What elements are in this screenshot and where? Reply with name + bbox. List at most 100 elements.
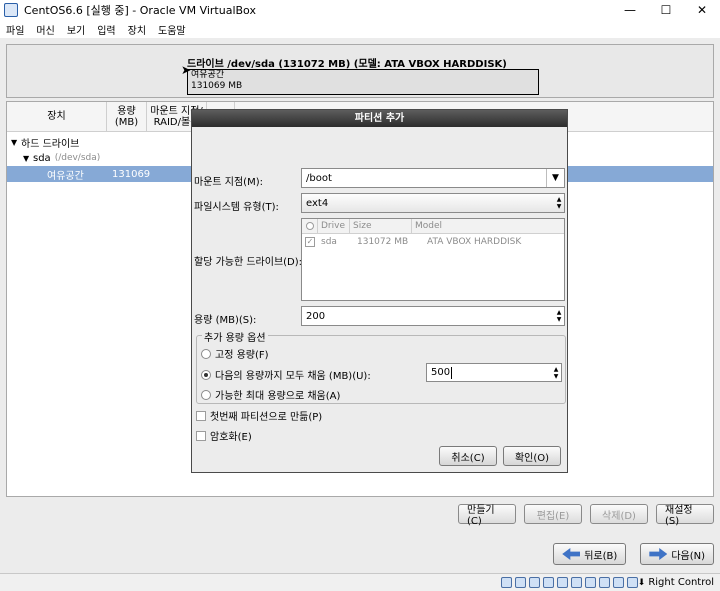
allowable-drives-table[interactable]: Drive Size Model ✓ sda 131072 MB ATA VBO… xyxy=(301,218,565,301)
tree-label-free: 여유공간 xyxy=(47,170,84,182)
mount-point-value: /boot xyxy=(306,172,332,184)
tree-label-hard-drives: 하드 드라이브 xyxy=(21,138,80,150)
radio-fill-max[interactable]: 가능한 최대 용량으로 채움(A) xyxy=(201,387,340,402)
radio-fill-max-button[interactable] xyxy=(201,389,211,400)
radio-fixed-size-button[interactable] xyxy=(201,348,211,359)
arrow-left-icon xyxy=(562,548,581,560)
spin-arrows-icon[interactable]: ▲ ▼ xyxy=(551,364,561,381)
drive-bar-size: 131069 MB xyxy=(191,81,243,91)
menu-file[interactable]: 파일 xyxy=(6,22,24,37)
chevron-down-icon[interactable]: ▼ xyxy=(546,169,564,187)
window-title: CentOS6.6 [실행 중] - Oracle VM VirtualBox xyxy=(24,4,256,17)
dialog-title: 파티션 추가 xyxy=(192,110,567,127)
cpu-icon[interactable] xyxy=(613,577,624,588)
encrypt-option[interactable]: 암호화(E) xyxy=(196,428,252,443)
header-circle-icon xyxy=(305,222,314,230)
create-button[interactable]: 만들기(C) xyxy=(458,504,516,527)
status-icons xyxy=(501,577,638,588)
mount-point-label: 마운트 지점(M): xyxy=(194,177,263,188)
spin-arrows-icon[interactable]: ▲ ▼ xyxy=(554,307,564,325)
radio-fill-to[interactable]: 다음의 용량까지 모두 채움 (MB)(U): xyxy=(201,367,371,382)
delete-button[interactable]: 삭제(D) xyxy=(590,504,648,524)
radio-fill-to-button[interactable] xyxy=(201,369,211,380)
menu-bar: 파일 머신 보기 입력 장치 도움말 xyxy=(0,20,720,38)
close-button[interactable]: ✕ xyxy=(684,0,720,20)
tree-free-size: 131069 xyxy=(112,168,151,180)
drives-table-header: Drive Size Model xyxy=(302,218,564,234)
fill-to-value: 500 xyxy=(431,367,451,378)
primary-partition-label: 첫번째 파티션으로 만듦(P) xyxy=(210,412,323,423)
arrow-down-icon: ⬇ xyxy=(637,577,646,588)
network-icon[interactable] xyxy=(543,577,554,588)
radio-fixed-size-label: 고정 용량(F) xyxy=(215,350,269,361)
tree-label-sda: sda xyxy=(33,152,51,164)
encrypt-checkbox[interactable] xyxy=(196,430,206,441)
menu-view[interactable]: 보기 xyxy=(67,22,85,37)
allowable-drives-label: 할당 가능한 드라이브(D): xyxy=(194,257,303,268)
back-button[interactable]: 뒤로(B) xyxy=(553,543,627,565)
primary-partition-checkbox[interactable] xyxy=(196,410,206,421)
drive-name: sda xyxy=(321,237,337,247)
col-size[interactable]: Size xyxy=(350,218,412,234)
drive-model: ATA VBOX HARDDISK xyxy=(427,237,522,247)
wizard-nav-buttons: 뒤로(B) 다음(N) xyxy=(553,543,714,565)
expand-triangle-icon[interactable]: ▼ xyxy=(11,138,21,147)
ok-button[interactable]: 확인(O) xyxy=(503,446,561,466)
size-value: 200 xyxy=(306,310,326,322)
radio-fill-max-label: 가능한 최대 용량으로 채움(A) xyxy=(215,391,341,402)
minimize-button[interactable]: — xyxy=(612,0,648,20)
filesystem-type-label: 파일시스템 유형(T): xyxy=(194,202,279,213)
updown-arrows-icon: ▲ ▼ xyxy=(556,196,562,210)
shared-folders-icon[interactable] xyxy=(571,577,582,588)
maximize-button[interactable]: ☐ xyxy=(648,0,684,20)
filesystem-type-value: ext4 xyxy=(306,197,329,209)
filesystem-type-select[interactable]: ext4 ▲ ▼ xyxy=(301,193,565,213)
primary-partition-option[interactable]: 첫번째 파티션으로 만듦(P) xyxy=(196,408,322,423)
size-spinbox[interactable]: 200 ▲ ▼ xyxy=(301,306,565,326)
menu-input[interactable]: 입력 xyxy=(97,22,115,37)
additional-size-options: 추가 용량 옵션 고정 용량(F) 다음의 용량까지 모두 채움 (MB)(U)… xyxy=(196,329,566,404)
add-partition-dialog: 파티션 추가 마운트 지점(M): /boot ▼ 파일시스템 유형(T): e… xyxy=(191,109,568,473)
mount-point-combo[interactable]: /boot ▼ xyxy=(301,168,565,188)
drive-summary-panel: 드라이브 /dev/sda (131072 MB) (모델: ATA VBOX … xyxy=(6,44,714,98)
next-button-label: 다음(N) xyxy=(671,550,705,562)
menu-machine[interactable]: 머신 xyxy=(36,22,54,37)
drives-table-row[interactable]: ✓ sda 131072 MB ATA VBOX HARDDISK xyxy=(302,234,564,250)
hard-disk-icon[interactable] xyxy=(501,577,512,588)
mouse-integration-icon[interactable] xyxy=(627,577,638,588)
usb-icon[interactable] xyxy=(557,577,568,588)
fill-to-spinbox[interactable]: 500 ▲ ▼ xyxy=(426,363,562,382)
reset-button[interactable]: 재설정(S) xyxy=(656,504,714,527)
next-button[interactable]: 다음(N) xyxy=(640,543,714,565)
drive-checkbox[interactable]: ✓ xyxy=(305,237,315,247)
col-size[interactable]: 용량 (MB) xyxy=(107,102,147,131)
text-caret xyxy=(451,366,453,379)
optical-drive-icon[interactable] xyxy=(515,577,526,588)
col-device[interactable]: 장치 xyxy=(7,102,107,131)
menu-devices[interactable]: 장치 xyxy=(128,22,146,37)
options-group-title: 추가 용량 옵션 xyxy=(202,329,268,344)
partition-action-buttons: 만들기(C) 편집(E) 삭제(D) 재설정(S) xyxy=(458,504,714,527)
virtualbox-app-icon xyxy=(4,3,18,17)
size-label: 용량 (MB)(S): xyxy=(194,315,257,326)
col-model[interactable]: Model xyxy=(412,219,562,234)
radio-fixed-size[interactable]: 고정 용량(F) xyxy=(201,346,269,361)
encrypt-label: 암호화(E) xyxy=(210,432,252,443)
cancel-button[interactable]: 취소(C) xyxy=(439,446,497,466)
host-key-indicator: ⬇ Right Control xyxy=(638,577,714,588)
audio-icon[interactable] xyxy=(529,577,540,588)
edit-button[interactable]: 편집(E) xyxy=(524,504,582,524)
tree-label-sda-path: (/dev/sda) xyxy=(54,153,101,163)
arrow-right-icon xyxy=(649,548,668,560)
display-icon[interactable] xyxy=(585,577,596,588)
col-check xyxy=(302,218,318,234)
back-button-label: 뒤로(B) xyxy=(584,550,618,562)
drive-bar-label: 여유공간 xyxy=(191,70,225,80)
expand-triangle-icon[interactable]: ▼ xyxy=(23,154,33,163)
drive-free-space-bar[interactable]: 여유공간 131069 MB xyxy=(187,69,539,95)
virtualbox-status-bar: ⬇ Right Control xyxy=(0,573,720,591)
radio-fill-to-label: 다음의 용량까지 모두 채움 (MB)(U): xyxy=(215,371,371,382)
menu-help[interactable]: 도움말 xyxy=(158,22,186,37)
col-drive[interactable]: Drive xyxy=(318,218,350,234)
video-capture-icon[interactable] xyxy=(599,577,610,588)
